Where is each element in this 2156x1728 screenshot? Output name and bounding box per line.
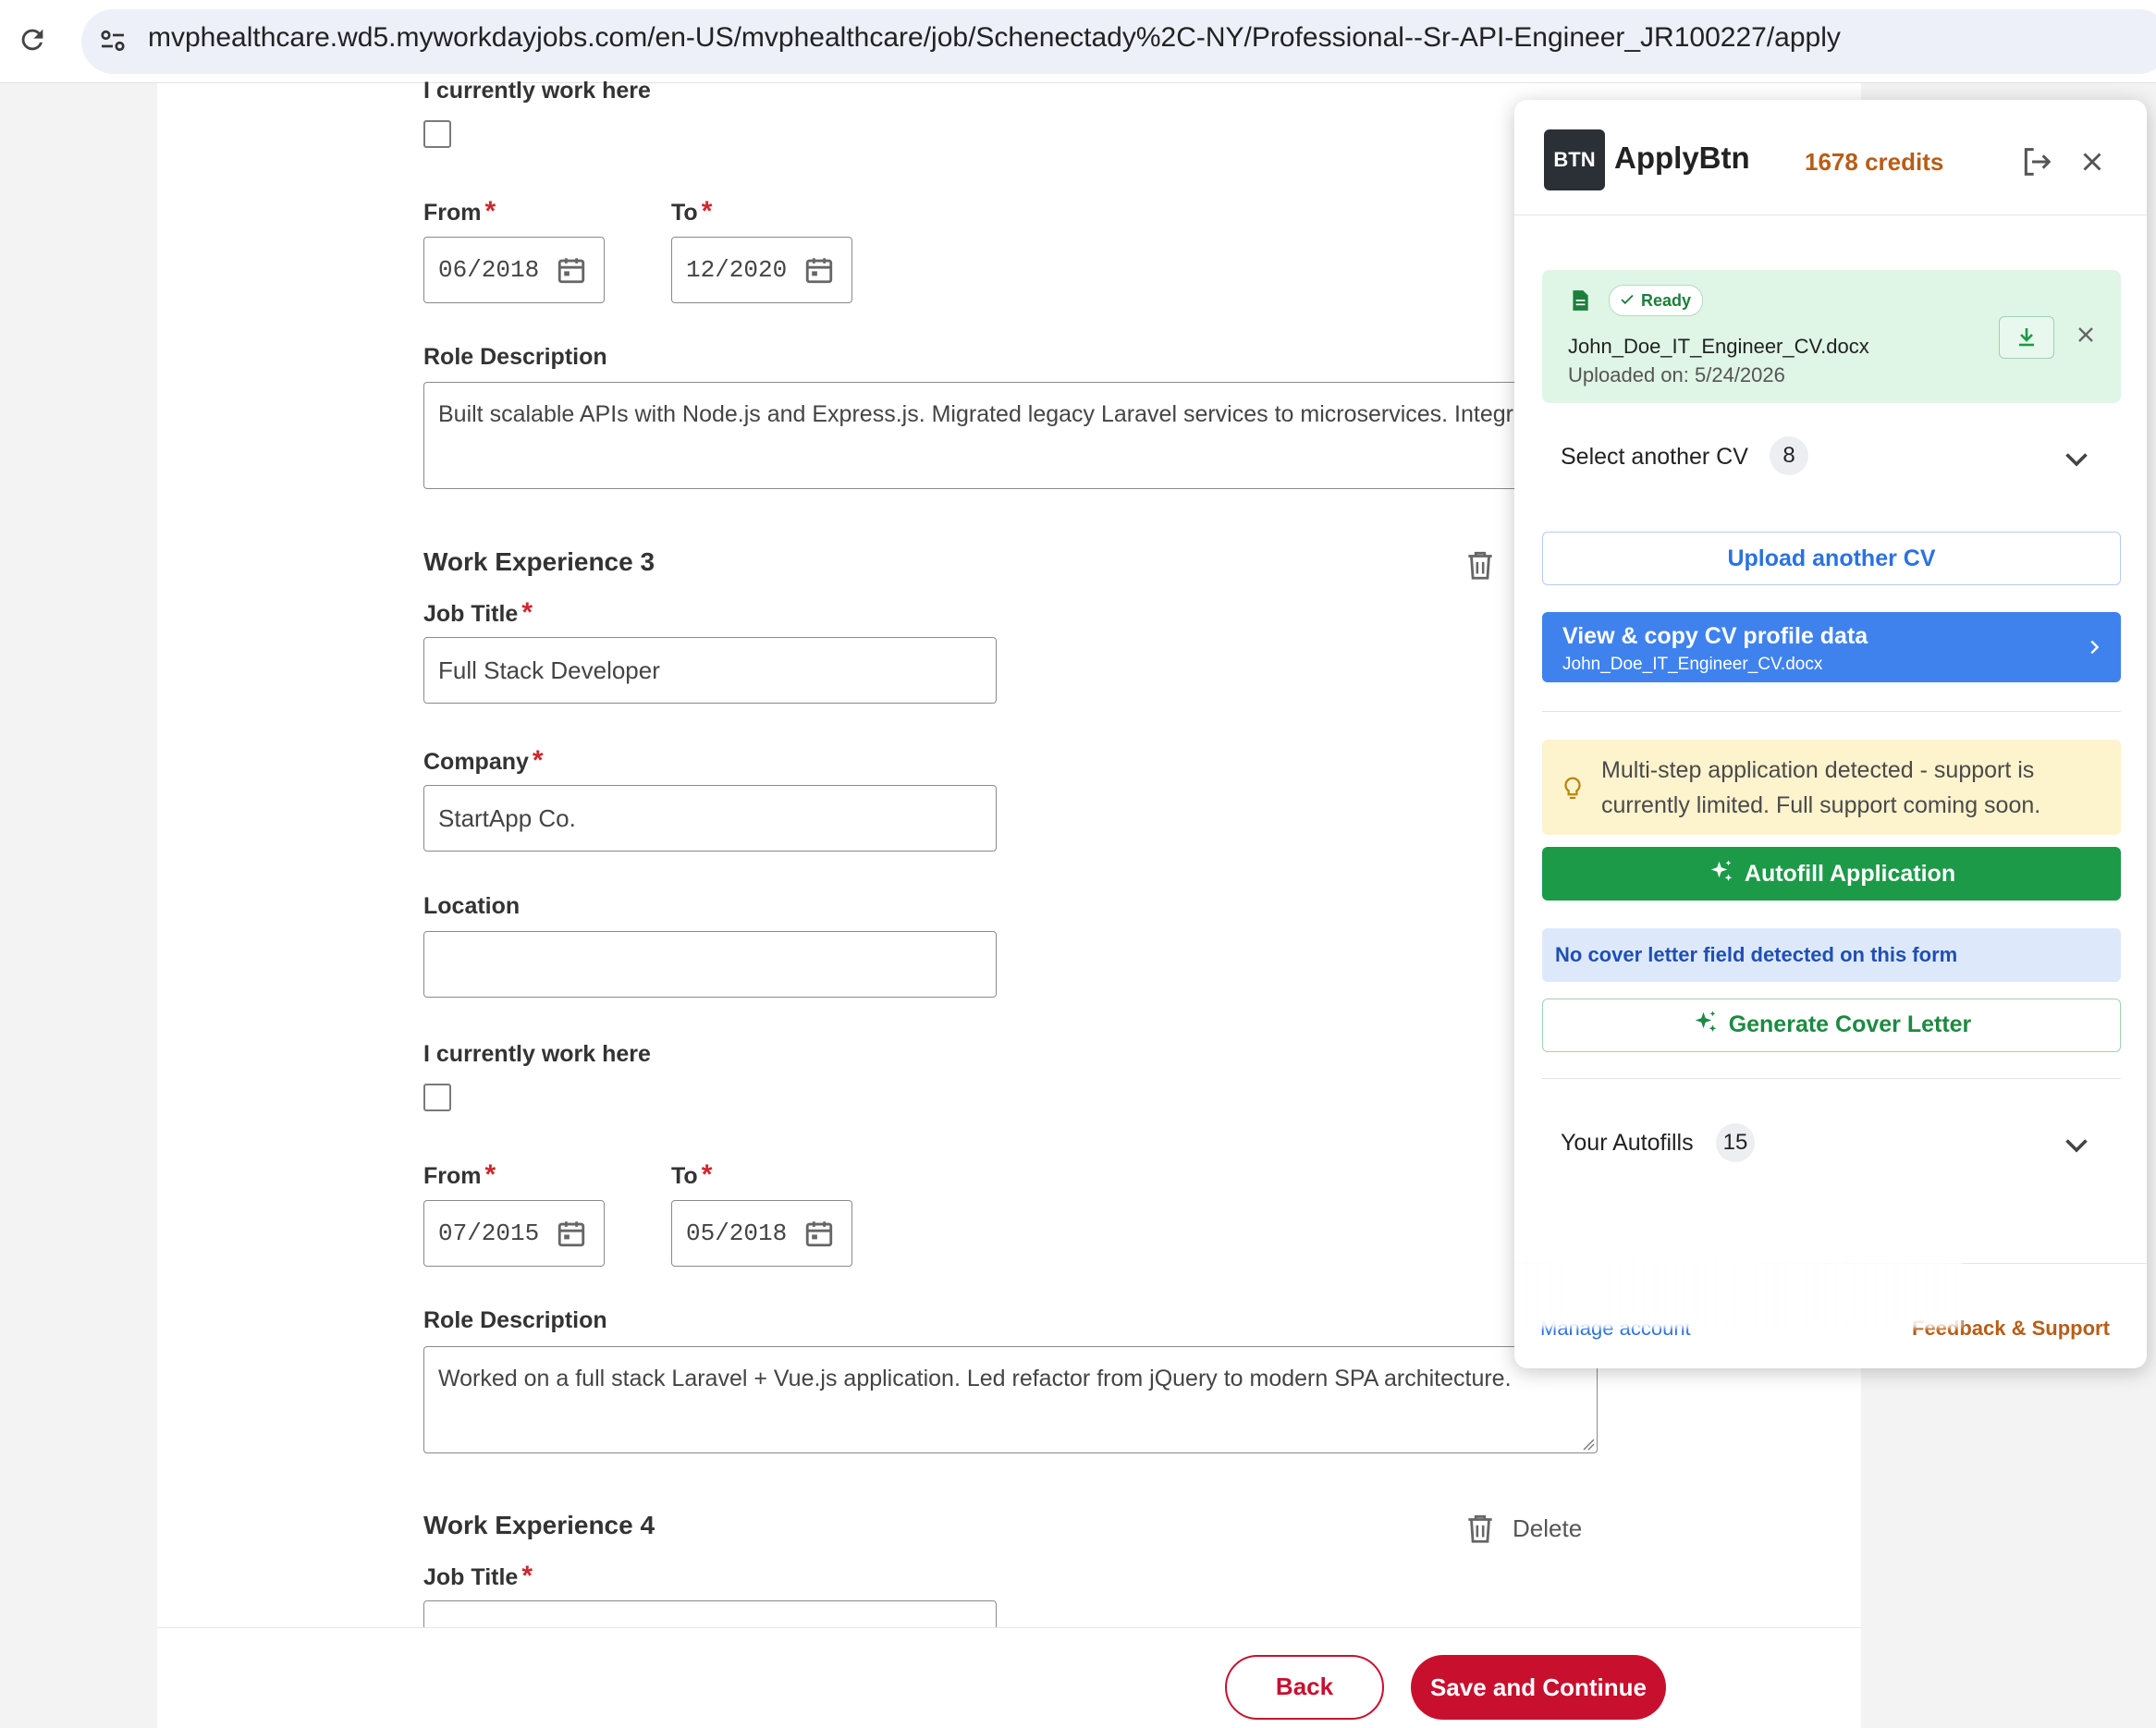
location-label: Location <box>423 893 521 919</box>
document-icon <box>1573 290 1588 311</box>
generate-cover-letter-button[interactable]: Generate Cover Letter <box>1542 999 2121 1052</box>
applybtn-panel: BTN ApplyBtn 1678 credits Ready John_Doe… <box>1514 100 2147 1368</box>
location-input[interactable] <box>423 931 997 998</box>
save-and-continue-button[interactable]: Save and Continue <box>1411 1655 1666 1720</box>
check-icon <box>1621 294 1634 305</box>
no-cover-letter-info: No cover letter field detected on this f… <box>1542 928 2121 982</box>
divider <box>1514 214 2147 215</box>
status-badge: Ready <box>1609 285 1704 316</box>
from-label: From * <box>423 196 496 227</box>
cv-count-badge: 8 <box>1770 436 1808 475</box>
calendar-icon[interactable] <box>556 253 587 287</box>
role-description-label: Role Description <box>423 344 607 370</box>
divider <box>1542 1078 2121 1079</box>
company-input[interactable]: StartApp Co. <box>423 785 997 852</box>
sparkle-icon <box>1695 1011 1716 1033</box>
blurred-overlay <box>1514 1258 1962 1328</box>
calendar-icon[interactable] <box>803 253 835 287</box>
cv-upload-date: Uploaded on: 5/24/2026 <box>1568 363 1785 386</box>
from-date-input[interactable]: 06/2018 <box>423 237 605 303</box>
download-icon <box>2019 328 2034 347</box>
company-label: Company * <box>423 745 544 776</box>
reload-icon[interactable] <box>17 24 48 55</box>
site-info-icon[interactable] <box>96 24 129 57</box>
job-title-label: Job Title * <box>423 597 533 628</box>
current-cv-card: Ready John_Doe_IT_Engineer_CV.docx Uploa… <box>1542 270 2121 403</box>
chevron-down-icon[interactable] <box>2060 1128 2093 1161</box>
multistep-notice: Multi-step application detected - suppor… <box>1542 740 2121 835</box>
calendar-icon[interactable] <box>803 1217 835 1250</box>
autofills-count-badge: 15 <box>1716 1123 1755 1162</box>
section-heading: Work Experience 4 <box>423 1511 655 1539</box>
role-description-textarea[interactable]: Worked on a full stack Laravel + Vue.js … <box>423 1346 1598 1453</box>
select-cv-label[interactable]: Select another CV <box>1561 444 1748 471</box>
lightbulb-icon <box>1564 777 1581 800</box>
download-cv-button[interactable] <box>1999 316 2054 359</box>
currently-work-here-label: I currently work here <box>423 1041 651 1067</box>
url-text[interactable]: mvphealthcare.wd5.myworkdayjobs.com/en-U… <box>148 22 1841 54</box>
view-cv-profile-button[interactable]: View & copy CV profile data John_Doe_IT_… <box>1542 612 2121 682</box>
role-description-label: Role Description <box>423 1307 607 1333</box>
credits-count: 1678 credits <box>1805 148 1944 176</box>
upload-cv-button[interactable]: Upload another CV <box>1542 532 2121 585</box>
trash-icon <box>1468 1514 1492 1543</box>
divider <box>1542 711 2121 712</box>
to-label: To * <box>671 1159 713 1190</box>
brand-name: ApplyBtn <box>1614 141 1750 175</box>
remove-cv-icon[interactable] <box>2073 322 2099 348</box>
cv-filename: John_Doe_IT_Engineer_CV.docx <box>1568 335 1869 358</box>
job-title-label: Job Title * <box>423 1561 533 1591</box>
back-button[interactable]: Back <box>1225 1655 1384 1720</box>
currently-work-here-checkbox[interactable] <box>423 120 451 148</box>
resize-handle-icon[interactable] <box>1580 1436 1595 1451</box>
to-label: To * <box>671 196 713 227</box>
close-icon[interactable] <box>2076 146 2108 178</box>
chevron-down-icon[interactable] <box>2060 442 2093 475</box>
autofill-application-button[interactable]: Autofill Application <box>1542 847 2121 901</box>
applybtn-logo: BTN <box>1544 129 1605 190</box>
browser-address-bar: mvphealthcare.wd5.myworkdayjobs.com/en-U… <box>0 0 2156 83</box>
section-heading: Work Experience 3 <box>423 547 655 576</box>
to-date-input[interactable]: 12/2020 <box>671 237 852 303</box>
currently-work-here-checkbox[interactable] <box>423 1084 451 1111</box>
to-date-input[interactable]: 05/2018 <box>671 1200 852 1267</box>
logout-icon[interactable] <box>2018 143 2055 180</box>
sparkle-icon <box>1710 860 1733 882</box>
your-autofills-label[interactable]: Your Autofills <box>1561 1130 1694 1157</box>
from-label: From * <box>423 1159 496 1190</box>
chevron-right-icon <box>2090 640 2100 655</box>
currently-work-here-label: I currently work here <box>423 78 651 104</box>
from-date-input[interactable]: 07/2015 <box>423 1200 605 1267</box>
delete-label: Delete <box>1513 1514 1583 1542</box>
trash-icon <box>1468 551 1492 580</box>
job-title-input[interactable]: Full Stack Developer <box>423 637 997 704</box>
calendar-icon[interactable] <box>556 1217 587 1250</box>
